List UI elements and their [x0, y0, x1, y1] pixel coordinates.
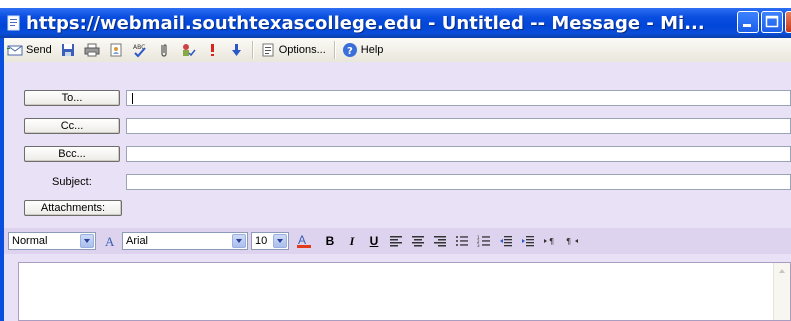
right-to-left-icon: ¶: [566, 237, 578, 246]
options-page-icon: [260, 42, 276, 58]
left-to-right-button[interactable]: ¶: [541, 231, 559, 251]
browser-page-icon: [6, 15, 22, 31]
message-body-editor[interactable]: [18, 262, 791, 321]
right-to-left-button[interactable]: ¶: [563, 231, 581, 251]
cc-field[interactable]: [126, 118, 791, 134]
attachments-button-label: Attachments:: [40, 202, 106, 214]
check-names-button[interactable]: [177, 40, 199, 60]
subject-field[interactable]: [126, 174, 791, 190]
options-label: Options...: [278, 44, 326, 56]
svg-text:A: A: [298, 233, 306, 247]
address-book-icon: [108, 42, 124, 58]
print-button[interactable]: [81, 40, 103, 60]
font-size-value: 10: [255, 235, 268, 247]
font-size-select[interactable]: 10: [251, 232, 289, 250]
attach-button[interactable]: [153, 40, 175, 60]
numbered-list-icon: 123: [477, 235, 490, 247]
send-button[interactable]: Send: [4, 40, 55, 60]
to-field[interactable]: [126, 90, 791, 106]
to-button[interactable]: To...: [24, 90, 120, 106]
close-button[interactable]: [785, 11, 791, 33]
spell-check-icon: ABC: [132, 42, 148, 58]
svg-text:¶: ¶: [566, 237, 571, 246]
save-disk-icon: [60, 42, 76, 58]
font-family-value: Arial: [126, 235, 149, 247]
numbered-list-button[interactable]: 123: [475, 231, 493, 251]
toolbar-separator: [333, 41, 336, 59]
high-importance-button[interactable]: [201, 40, 223, 60]
paragraph-style-value: Normal: [12, 235, 48, 247]
printer-icon: [84, 42, 100, 58]
title-bar[interactable]: https://webmail.southtexascollege.edu - …: [0, 8, 791, 38]
to-button-label: To...: [61, 92, 83, 104]
font-color-button[interactable]: A: [295, 231, 313, 251]
chevron-down-icon[interactable]: [80, 234, 94, 248]
send-envelope-icon: [7, 42, 23, 58]
align-right-icon: [434, 236, 446, 247]
align-center-button[interactable]: [409, 231, 427, 251]
chevron-down-icon[interactable]: [232, 234, 246, 248]
check-names-icon: [180, 42, 196, 58]
help-label: Help: [360, 44, 384, 56]
cropped-text-strip: [0, 0, 791, 8]
font-family-select[interactable]: Arial: [122, 232, 248, 250]
cc-button-label: Cc...: [60, 120, 84, 132]
italic-button[interactable]: I: [343, 231, 361, 251]
text-cursor: [132, 93, 133, 104]
bcc-button-label: Bcc...: [58, 148, 86, 160]
svg-text:¶: ¶: [549, 237, 554, 246]
svg-text:3: 3: [477, 243, 480, 247]
formatting-toolbar: Normal A Arial 10 A B I U 1 2 3 ¶ ¶: [4, 228, 791, 254]
increase-indent-button[interactable]: [519, 231, 537, 251]
options-button[interactable]: Options...: [257, 40, 329, 60]
align-left-icon: [390, 236, 402, 247]
svg-text:A: A: [105, 234, 115, 248]
paperclip-icon: [156, 42, 172, 58]
help-question-icon: ?: [342, 42, 358, 58]
chevron-down-icon[interactable]: [273, 234, 287, 248]
paragraph-style-select[interactable]: Normal: [8, 232, 96, 250]
bulleted-list-button[interactable]: [453, 231, 471, 251]
minimize-button[interactable]: [737, 11, 759, 33]
decrease-indent-icon: [500, 236, 512, 247]
subject-label: Subject:: [52, 176, 92, 188]
exclamation-icon: [204, 42, 220, 58]
font-name-icon: A: [102, 231, 120, 251]
attachments-button[interactable]: Attachments:: [24, 200, 122, 216]
decrease-indent-button[interactable]: [497, 231, 515, 251]
align-right-button[interactable]: [431, 231, 449, 251]
help-button[interactable]: ? Help: [339, 40, 387, 60]
bold-button[interactable]: B: [321, 231, 339, 251]
vertical-scrollbar[interactable]: [773, 263, 790, 320]
bcc-field[interactable]: [126, 146, 791, 162]
compose-window: Send ABC Options... ? Help To... Cc... B…: [0, 38, 791, 321]
address-area: To... Cc... Bcc... Subject: Attachments:: [4, 62, 791, 220]
low-importance-button[interactable]: [225, 40, 247, 60]
down-arrow-icon: [228, 42, 244, 58]
cc-button[interactable]: Cc...: [24, 118, 120, 134]
underline-button[interactable]: U: [365, 231, 383, 251]
bulleted-list-icon: [456, 236, 468, 246]
left-to-right-icon: ¶: [544, 237, 554, 246]
align-left-button[interactable]: [387, 231, 405, 251]
svg-text:?: ?: [347, 46, 353, 57]
toolbar-separator: [251, 41, 254, 59]
maximize-button[interactable]: [761, 11, 783, 33]
align-center-icon: [412, 236, 424, 247]
increase-indent-icon: [522, 236, 534, 247]
send-label: Send: [26, 44, 52, 56]
font-color-icon: A: [297, 233, 311, 248]
message-toolbar: Send ABC Options... ? Help: [4, 38, 791, 63]
window-title: https://webmail.southtexascollege.edu - …: [26, 12, 705, 34]
spell-check-button[interactable]: ABC: [129, 40, 151, 60]
save-button[interactable]: [57, 40, 79, 60]
bcc-button[interactable]: Bcc...: [24, 146, 120, 162]
address-book-button[interactable]: [105, 40, 127, 60]
